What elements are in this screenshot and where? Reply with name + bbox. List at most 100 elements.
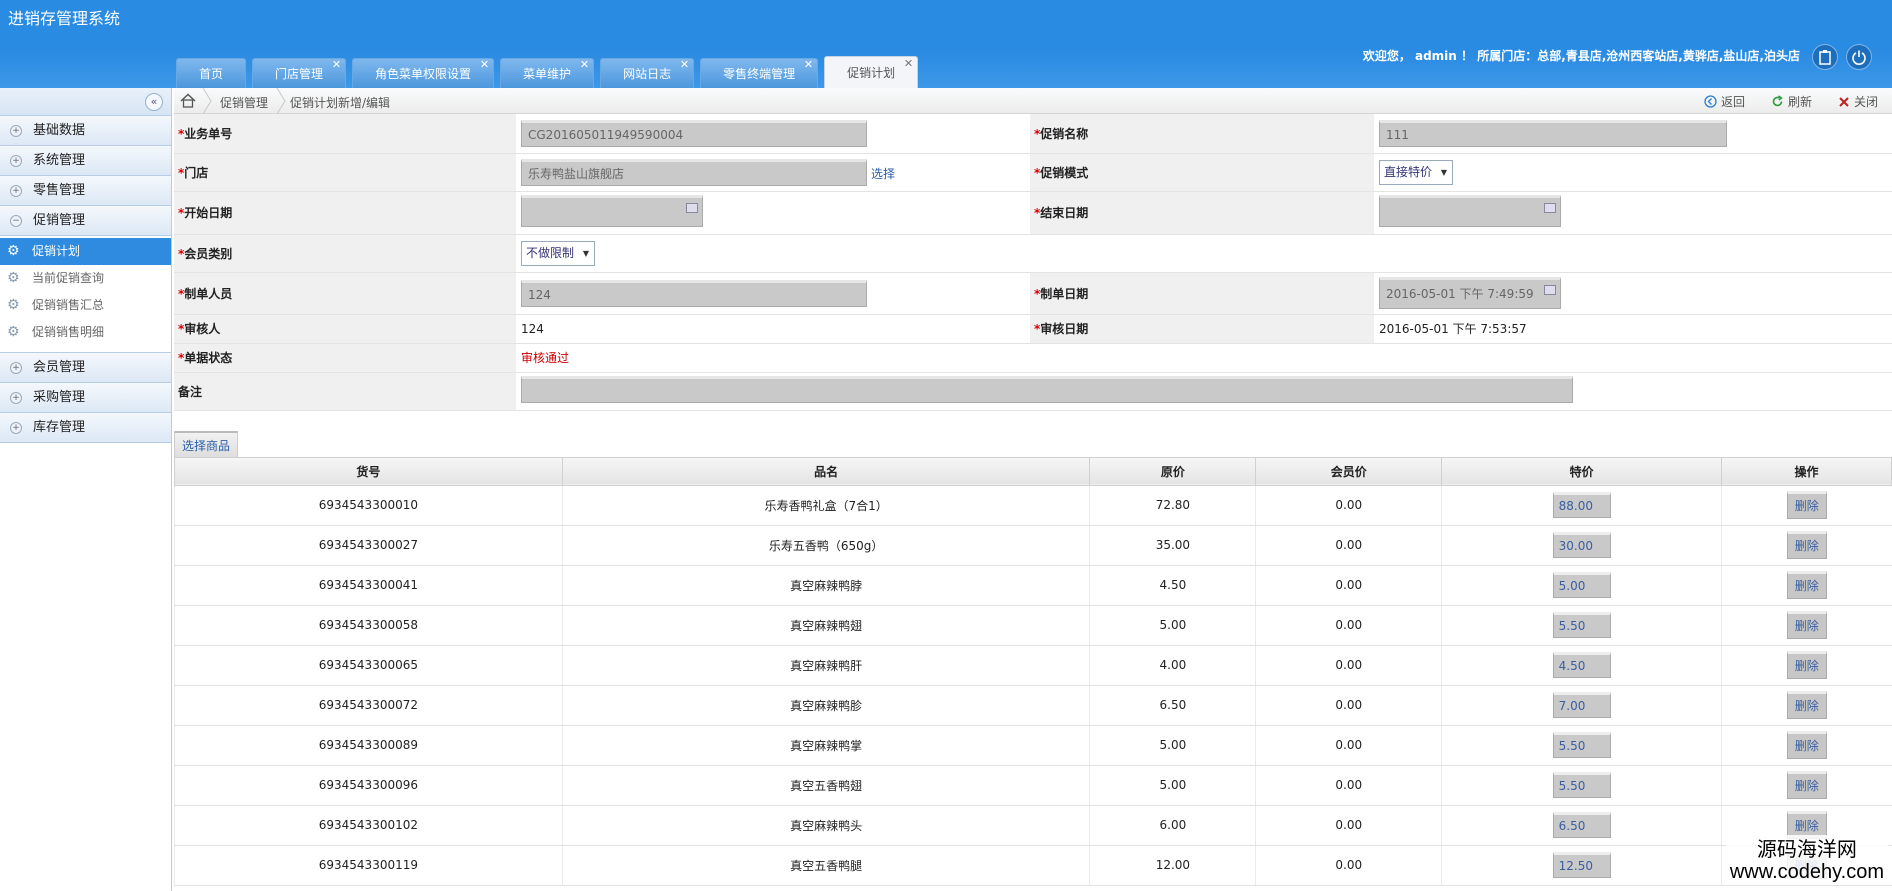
member-type-select[interactable]: 不做限制 [521, 240, 596, 266]
create-date-field[interactable]: 2016-05-01 下午 7:49:59 [1379, 277, 1561, 309]
plus-circle-icon: + [10, 155, 22, 167]
sidebar-group[interactable]: + 库存管理 [0, 413, 171, 443]
sidebar-group[interactable]: + 零售管理 [0, 176, 171, 206]
tab-1[interactable]: 门店管理 ✕ [252, 58, 347, 88]
tab-close-icon[interactable]: ✕ [804, 50, 813, 80]
special-price-input[interactable]: 88.00 [1552, 492, 1611, 518]
special-price-input[interactable]: 12.50 [1552, 852, 1611, 878]
tab-3[interactable]: 菜单维护 ✕ [500, 58, 595, 88]
end-date-field[interactable] [1379, 195, 1561, 227]
close-label: 关闭 [1853, 95, 1878, 109]
special-price-input[interactable]: 5.50 [1552, 612, 1611, 638]
sidebar-group[interactable]: + 采购管理 [0, 383, 171, 413]
special-price-input[interactable]: 4.50 [1552, 652, 1611, 678]
special-price-input[interactable]: 6.50 [1552, 812, 1611, 838]
tab-label: 零售终端管理 [723, 67, 796, 81]
cell-name: 真空麻辣鸭肝 [561, 645, 1090, 686]
delete-button[interactable]: 删除 [1786, 531, 1827, 559]
collapse-icon[interactable]: « [145, 93, 163, 111]
sidebar-group[interactable]: + 会员管理 [0, 353, 171, 383]
delete-button[interactable]: 删除 [1786, 571, 1827, 599]
sidebar-group[interactable]: + 基础数据 [0, 116, 171, 146]
special-price-input[interactable]: 5.00 [1552, 572, 1611, 598]
tab-0[interactable]: 首页 [176, 58, 247, 88]
cell-name: 真空麻辣鸭掌 [561, 725, 1090, 766]
home-icon[interactable] [180, 93, 196, 108]
calendar-icon[interactable] [1544, 285, 1556, 295]
tab-close-icon[interactable]: ✕ [904, 48, 913, 80]
creator-field[interactable]: 124 [521, 279, 867, 307]
sidebar-sub-item[interactable]: ⚙ 当前促销查询 [0, 265, 171, 292]
tab-4[interactable]: 网站日志 ✕ [600, 58, 695, 88]
sidebar-group-open[interactable]: − 促销管理 [0, 206, 171, 236]
form-label: *业务单号 [174, 114, 516, 154]
tab-close-icon[interactable]: ✕ [480, 50, 489, 80]
special-price-input[interactable]: 7.00 [1552, 692, 1611, 718]
tab-close-icon[interactable]: ✕ [680, 50, 689, 80]
tab-2[interactable]: 角色菜单权限设置 ✕ [352, 58, 495, 88]
cell-price: 35.00 [1089, 525, 1256, 566]
special-price-input[interactable]: 5.50 [1552, 732, 1611, 758]
tab-label: 门店管理 [275, 67, 324, 81]
welcome-text: 欢迎您， admin ！ 所属门店：总部,青县店,沧州西客站店,黄骅店,盐山店,… [1362, 49, 1800, 63]
audit-date-value: 2016-05-01 下午 7:53:57 [1374, 314, 1892, 344]
select-store-link[interactable]: 选择 [871, 167, 895, 181]
table-row: 6934543300102 真空麻辣鸭头 6.00 0.00 6.50 删除 [174, 805, 1892, 846]
delete-button[interactable]: 删除 [1786, 691, 1827, 719]
sidebar-sub-item[interactable]: ⚙ 促销销售汇总 [0, 292, 171, 319]
promo-name-field[interactable]: 111 [1379, 119, 1727, 147]
sidebar-sub-item[interactable]: ⚙ 促销销售明细 [0, 319, 171, 346]
table-row: 6934543300010 乐寿香鸭礼盒（7合1） 72.80 0.00 88.00 删除 [174, 485, 1892, 526]
cell-price: 5.00 [1089, 765, 1256, 806]
store-field[interactable]: 乐寿鸭盐山旗舰店 [521, 158, 867, 186]
sidebar-group-label: 采购管理 [33, 390, 86, 405]
sidebar-sub-item[interactable]: ⚙ 促销计划 [0, 238, 171, 265]
special-price-input[interactable]: 30.00 [1552, 532, 1611, 558]
delete-button[interactable]: 删除 [1786, 771, 1827, 799]
plus-circle-icon: + [10, 392, 22, 404]
cell-code: 6934543300065 [174, 645, 563, 686]
special-price-input[interactable]: 5.50 [1552, 772, 1611, 798]
back-button[interactable]: 返回 [1704, 93, 1745, 110]
sidebar-group-label: 基础数据 [33, 123, 86, 138]
form-label: *审核日期 [1030, 314, 1374, 344]
close-button[interactable]: 关闭 [1838, 93, 1878, 110]
refresh-button[interactable]: 刷新 [1771, 93, 1812, 110]
form-label: *促销模式 [1030, 153, 1374, 192]
sidebar-top: « [0, 88, 171, 116]
tab-close-icon[interactable]: ✕ [580, 50, 589, 80]
delete-button[interactable]: 删除 [1786, 651, 1827, 679]
promo-form: *业务单号 CG201605011949590004 *促销名称 111 *门店… [174, 114, 1892, 411]
table-row: 6934543300089 真空麻辣鸭掌 5.00 0.00 5.50 删除 [174, 725, 1892, 766]
tab-5[interactable]: 零售终端管理 ✕ [700, 58, 819, 88]
delete-button[interactable]: 删除 [1786, 611, 1827, 639]
promo-mode-select[interactable]: 直接特价 [1379, 159, 1454, 185]
column-header: 会员价 [1255, 456, 1443, 486]
form-label: *门店 [174, 153, 516, 192]
tab-6[interactable]: 促销计划 ✕ [824, 56, 919, 88]
remark-field[interactable] [521, 376, 1573, 403]
calendar-icon[interactable] [686, 203, 698, 213]
sidebar-group[interactable]: + 系统管理 [0, 146, 171, 176]
cell-member: 0.00 [1255, 725, 1442, 766]
watermark: 源码海洋网 www.codehy.com [1725, 835, 1888, 885]
clipboard-icon[interactable] [1812, 44, 1838, 70]
cell-price: 4.00 [1089, 645, 1256, 686]
sidebar-sub-label: 当前促销查询 [32, 271, 105, 285]
doc-no-field[interactable]: CG201605011949590004 [521, 119, 867, 147]
breadcrumb-level1[interactable]: 促销管理 [220, 94, 268, 111]
cell-member: 0.00 [1255, 765, 1442, 806]
calendar-icon[interactable] [1544, 203, 1556, 213]
table-row: 6934543300027 乐寿五香鸭（650g） 35.00 0.00 30.00 删除 [174, 525, 1892, 566]
select-goods-button[interactable]: 选择商品 [174, 430, 239, 457]
form-label: *促销名称 [1030, 114, 1374, 154]
tab-label: 首页 [199, 67, 224, 81]
sidebar-group-label: 库存管理 [33, 420, 86, 435]
tab-close-icon[interactable]: ✕ [332, 50, 341, 80]
cell-price: 4.50 [1089, 565, 1256, 606]
delete-button[interactable]: 删除 [1786, 491, 1827, 519]
cell-member: 0.00 [1255, 605, 1442, 646]
delete-button[interactable]: 删除 [1786, 731, 1827, 759]
power-icon[interactable] [1846, 44, 1872, 70]
start-date-field[interactable] [521, 195, 703, 227]
